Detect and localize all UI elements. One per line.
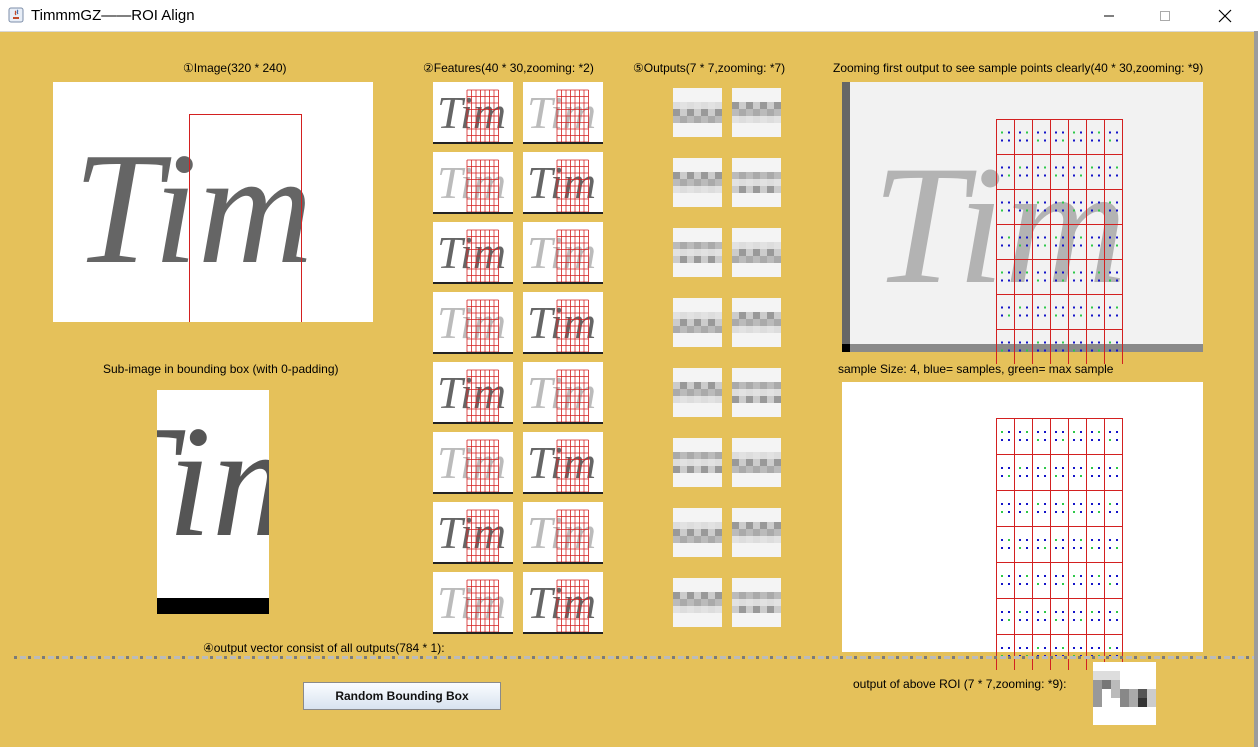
output-map <box>673 508 722 557</box>
sample-info-label: sample Size: 4, blue= samples, green= ma… <box>838 362 1114 376</box>
feature-map: Tim <box>433 222 513 284</box>
output-map <box>732 578 781 627</box>
roi-output-image <box>1093 662 1156 725</box>
feature-map: Tim <box>523 572 603 634</box>
java-icon <box>8 7 24 23</box>
close-icon <box>1218 9 1232 22</box>
zooming-label: Zooming first output to see sample point… <box>833 61 1204 75</box>
feature-map: Tim <box>433 432 513 494</box>
window-edge <box>1254 31 1258 747</box>
feature-map: Tim <box>523 152 603 214</box>
subimage-label: Sub-image in bounding box (with 0-paddin… <box>103 362 339 376</box>
random-bounding-box-button[interactable]: Random Bounding Box <box>303 682 501 710</box>
output-map <box>732 88 781 137</box>
roi-output-label: output of above ROI (7 * 7,zooming: *9): <box>853 677 1067 691</box>
image-label: ①Image(320 * 240) <box>183 61 287 75</box>
output-map <box>732 158 781 207</box>
feature-map: Tim <box>433 362 513 424</box>
output-vector-strip <box>14 656 1254 659</box>
features-label: ②Features(40 * 30,zooming: *2) <box>423 61 594 75</box>
feature-map: Tim <box>523 82 603 144</box>
output-map <box>732 508 781 557</box>
sub-image: Tim <box>157 390 269 614</box>
feature-map: Tim <box>523 292 603 354</box>
feature-map: Tim <box>433 82 513 144</box>
sub-image-text: Tim <box>157 392 269 570</box>
output-map <box>732 228 781 277</box>
main-image: Tim <box>53 82 373 322</box>
feature-map: Tim <box>523 432 603 494</box>
sample-grid-top <box>996 119 1123 364</box>
feature-map: Tim <box>523 502 603 564</box>
minimize-button[interactable] <box>1086 0 1132 31</box>
output-map <box>673 228 722 277</box>
sample-grid-bottom <box>996 418 1123 670</box>
feature-map: Tim <box>523 362 603 424</box>
output-map <box>673 368 722 417</box>
output-map <box>673 298 722 347</box>
output-vector-label: ④output vector consist of all outputs(78… <box>203 641 445 655</box>
bounding-box <box>189 114 302 322</box>
feature-map: Tim <box>433 152 513 214</box>
feature-map: Tim <box>433 502 513 564</box>
output-map <box>732 368 781 417</box>
output-map <box>673 88 722 137</box>
window-title: TimmmGZ——ROI Align <box>31 7 195 24</box>
maximize-button[interactable] <box>1142 0 1188 31</box>
output-map <box>673 578 722 627</box>
output-map <box>673 438 722 487</box>
output-map <box>732 298 781 347</box>
feature-map: Tim <box>433 572 513 634</box>
title-bar: TimmmGZ——ROI Align <box>0 0 1258 32</box>
close-button[interactable] <box>1202 0 1248 31</box>
output-map <box>732 438 781 487</box>
feature-map: Tim <box>433 292 513 354</box>
maximize-icon <box>1160 10 1170 21</box>
minimize-icon <box>1104 15 1114 16</box>
output-map <box>673 158 722 207</box>
feature-map: Tim <box>523 222 603 284</box>
outputs-label: ⑤Outputs(7 * 7,zooming: *7) <box>633 61 786 75</box>
